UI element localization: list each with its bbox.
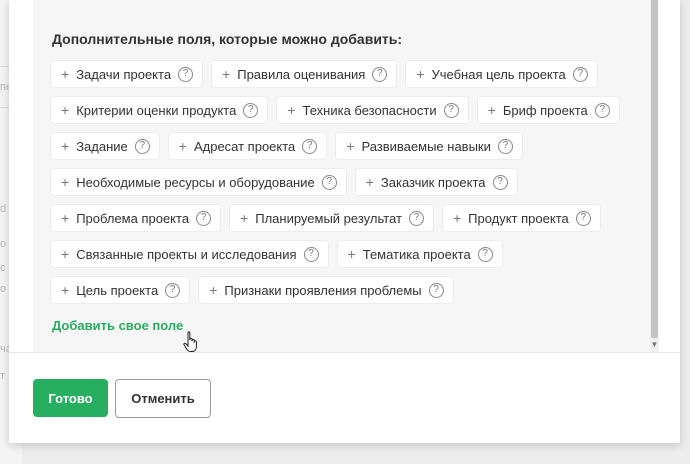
footer-divider [9, 352, 680, 353]
scrollbar-thumb[interactable] [651, 0, 658, 338]
add-field-chip[interactable]: + Необходимые ресурсы и оборудование? [50, 168, 347, 196]
add-fields-modal: Дополнительные поля, которые можно добав… [9, 0, 680, 443]
chip-label: Бриф проекта [502, 102, 588, 118]
add-field-chip[interactable]: + Развиваемые навыки? [335, 132, 523, 160]
chip-row: + Цель проекта? + Признаки проявления пробл… [50, 276, 640, 304]
add-field-chip[interactable]: + Техника безопасности? [276, 96, 469, 124]
plus-icon: + [61, 174, 70, 190]
add-field-chip[interactable]: + Тематика проекта? [336, 240, 503, 268]
chip-label: Планируемый результат [255, 210, 402, 226]
help-icon[interactable]: ? [575, 210, 591, 226]
chip-label: Продукт проекта [468, 210, 569, 226]
plus-icon: + [61, 282, 70, 298]
plus-icon: + [222, 66, 231, 82]
help-icon[interactable]: ? [497, 138, 513, 154]
help-icon[interactable]: ? [372, 66, 388, 82]
add-field-chip[interactable]: + Проблема проекта? [50, 204, 222, 232]
add-field-chip[interactable]: + Задание? [50, 132, 160, 160]
add-field-chip[interactable]: + Заказчик проекта? [354, 168, 518, 196]
plus-icon: + [287, 102, 296, 118]
done-button[interactable]: Готово [33, 379, 108, 417]
plus-icon: + [487, 102, 496, 118]
chip-label: Тематика проекта [362, 246, 471, 262]
plus-icon: + [61, 210, 70, 226]
chip-label: Адресат проекта [193, 138, 296, 154]
add-field-chip[interactable]: + Критерии оценки продукта? [50, 96, 269, 124]
chip-label: Задачи проекта [76, 66, 172, 82]
chip-row: + Связанные проекты и исследования? + Темат… [50, 240, 640, 268]
help-icon[interactable]: ? [477, 246, 493, 262]
section-title: Дополнительные поля, которые можно добав… [52, 31, 403, 47]
hand-pointer-icon [183, 331, 197, 352]
chip-label: Учебная цель проекта [431, 66, 566, 82]
add-field-chip[interactable]: + Планируемый результат? [229, 204, 434, 232]
add-field-chip[interactable]: + Адресат проекта? [167, 132, 328, 160]
plus-icon: + [347, 246, 356, 262]
fields-scroll-area: Дополнительные поля, которые можно добав… [33, 0, 650, 352]
add-field-chip[interactable]: + Учебная цель проекта? [405, 60, 598, 88]
chip-label: Необходимые ресурсы и оборудование [76, 174, 315, 190]
chip-row: + Необходимые ресурсы и оборудование? + Зак… [50, 168, 640, 196]
field-chips: + Задачи проекта? + Правила оценивания? + Уче… [50, 60, 640, 312]
help-icon[interactable]: ? [594, 102, 610, 118]
add-field-chip[interactable]: + Цель проекта? [50, 276, 191, 304]
help-icon[interactable]: ? [428, 282, 444, 298]
plus-icon: + [61, 102, 70, 118]
add-field-chip[interactable]: + Задачи проекта? [50, 60, 204, 88]
chip-label: Правила оценивания [237, 66, 366, 82]
plus-icon: + [61, 66, 70, 82]
background-text: d [0, 203, 7, 215]
help-icon[interactable]: ? [408, 210, 424, 226]
background-text: с [0, 262, 6, 274]
chip-label: Техника безопасности [302, 102, 437, 118]
chip-row: + Задачи проекта? + Правила оценивания? + Уче… [50, 60, 640, 88]
scrollbar[interactable]: ▼ [650, 0, 659, 352]
chip-label: Развиваемые навыки [361, 138, 491, 154]
plus-icon: + [365, 174, 374, 190]
chip-row: + Проблема проекта? + Планируемый результат… [50, 204, 640, 232]
chip-row: + Критерии оценки продукта? + Техника безоп… [50, 96, 640, 124]
help-icon[interactable]: ? [196, 210, 212, 226]
plus-icon: + [61, 138, 70, 154]
plus-icon: + [178, 138, 187, 154]
help-icon[interactable]: ? [243, 102, 259, 118]
plus-icon: + [416, 66, 425, 82]
add-field-chip[interactable]: + Признаки проявления проблемы? [198, 276, 454, 304]
plus-icon: + [452, 210, 462, 226]
background-text: т [0, 370, 6, 382]
chip-label: Задание [76, 138, 128, 154]
chip-row: + Задание? + Адресат проекта? + Развиваемые н… [50, 132, 640, 160]
add-field-chip[interactable]: + Связанные проекты и исследования? [50, 240, 329, 268]
chip-label: Цель проекта [76, 282, 159, 298]
help-icon[interactable]: ? [443, 102, 459, 118]
plus-icon: + [209, 282, 218, 298]
cancel-button[interactable]: Отменить [115, 379, 211, 418]
help-icon[interactable]: ? [134, 138, 150, 154]
help-icon[interactable]: ? [321, 174, 337, 190]
chip-label: Проблема проекта [76, 210, 190, 226]
chip-label: Признаки проявления проблемы [224, 282, 422, 298]
chip-label: Критерии оценки продукта [76, 102, 237, 118]
help-icon[interactable]: ? [572, 66, 588, 82]
add-field-chip[interactable]: + Правила оценивания? [211, 60, 398, 88]
plus-icon: + [61, 246, 70, 262]
scroll-down-icon[interactable]: ▼ [650, 340, 659, 350]
add-field-chip[interactable]: + Бриф проекта? [476, 96, 620, 124]
add-own-field-link[interactable]: Добавить свое поле [52, 318, 183, 333]
help-icon[interactable]: ? [302, 138, 318, 154]
plus-icon: + [346, 138, 355, 154]
help-icon[interactable]: ? [165, 282, 181, 298]
background-text: о [0, 283, 7, 295]
help-icon[interactable]: ? [492, 174, 508, 190]
plus-icon: + [240, 210, 249, 226]
help-icon[interactable]: ? [178, 66, 194, 82]
add-field-chip[interactable]: + Продукт проекта? [441, 204, 601, 232]
chip-label: Связанные проекты и исследования [76, 246, 297, 262]
help-icon[interactable]: ? [303, 246, 319, 262]
background-text: о [0, 238, 7, 250]
chip-label: Заказчик проекта [380, 174, 486, 190]
